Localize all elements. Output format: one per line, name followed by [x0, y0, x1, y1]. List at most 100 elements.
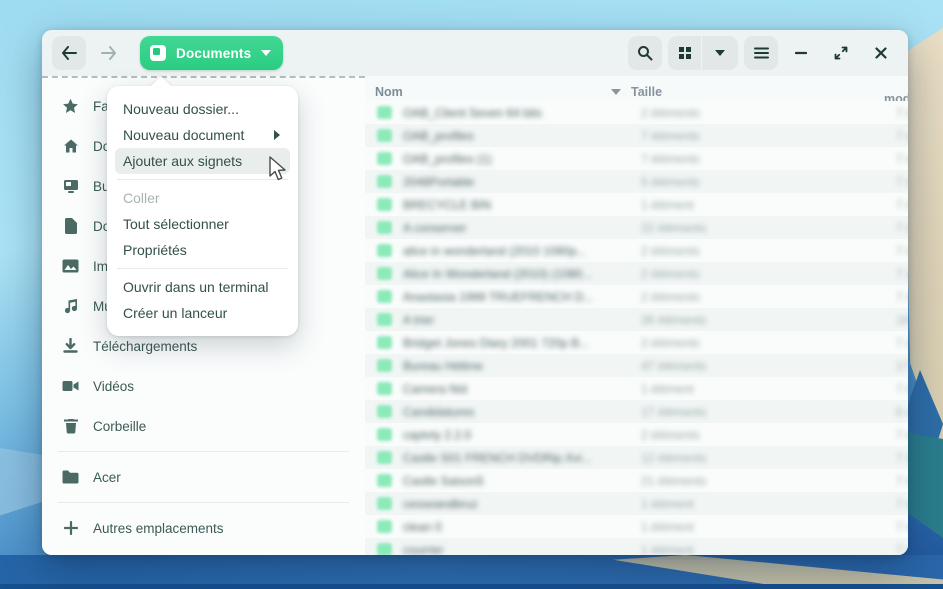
- file-name: Bridget Jones Diary 2001 720p B...: [403, 336, 641, 350]
- file-modified-date: 7 mai 2017: [896, 382, 908, 396]
- file-row[interactable]: Candidatures 17 éléments 6 oct. 2008: [365, 400, 908, 423]
- folder-icon: [377, 497, 392, 510]
- sidebar-item-label: Vidéos: [93, 379, 134, 394]
- file-row[interactable]: BRECYCLE BIN 1 élément 7 mai 2017: [365, 193, 908, 216]
- context-menu: Nouveau dossier... Nouveau document Ajou…: [107, 86, 298, 336]
- file-row[interactable]: OAB_Client Seven 64 bits 2 éléments 7 ma…: [365, 101, 908, 124]
- file-size: 1 élément: [641, 382, 896, 396]
- home-icon: [62, 138, 79, 155]
- chevron-down-icon: [261, 50, 271, 56]
- sidebar-separator: [58, 502, 349, 503]
- file-row[interactable]: Castle Saison5 21 éléments 7 mai 2017: [365, 469, 908, 492]
- menu-item-nouveau-dossier[interactable]: Nouveau dossier...: [115, 96, 290, 122]
- folder-icon: [377, 221, 392, 234]
- grid-view-button[interactable]: [668, 36, 702, 70]
- file-row[interactable]: A conserver 22 éléments 7 mai 2017: [365, 216, 908, 239]
- menu-item-label: Nouveau dossier...: [123, 101, 239, 117]
- sidebar-item-acer[interactable]: Acer: [42, 457, 365, 497]
- file-size: 5 éléments: [641, 175, 896, 189]
- file-row[interactable]: Bureau Hélène 47 éléments 17 janv. 2018: [365, 354, 908, 377]
- file-name: A conserver: [403, 221, 641, 235]
- menu-item-label: Ajouter aux signets: [123, 153, 242, 169]
- file-modified-date: 7 mai 2017: [896, 198, 908, 212]
- menu-item-ouvrir-terminal[interactable]: Ouvrir dans un terminal: [115, 274, 290, 300]
- folder-icon: [377, 129, 392, 142]
- menu-item-nouveau-document[interactable]: Nouveau document: [115, 122, 290, 148]
- file-modified-date: 7 mai 2017: [896, 520, 908, 534]
- file-row[interactable]: clean 0 1 élément 7 mai 2017: [365, 515, 908, 538]
- view-options-button[interactable]: [702, 36, 738, 70]
- desktop-icon: [62, 178, 79, 195]
- file-name: alice in wonderland (2010 1080p...: [403, 244, 641, 258]
- file-row[interactable]: cesseandbruz 1 élément 7 mai 2017: [365, 492, 908, 515]
- menu-item-ajouter-aux-signets[interactable]: Ajouter aux signets: [115, 148, 290, 174]
- file-row[interactable]: captvty 2.2.0 2 éléments 7 mai 2017: [365, 423, 908, 446]
- search-icon: [637, 45, 653, 61]
- file-name: BRECYCLE BIN: [403, 198, 641, 212]
- menu-item-label: Ouvrir dans un terminal: [123, 279, 269, 295]
- file-row[interactable]: 2048Portable 5 éléments 7 mai 2017: [365, 170, 908, 193]
- file-row[interactable]: Alice In Wonderland (2010) (1080... 2 él…: [365, 262, 908, 285]
- popover-caret: [150, 76, 172, 87]
- maximize-button[interactable]: [824, 36, 858, 70]
- file-size: 1 élément: [641, 543, 896, 556]
- menu-button[interactable]: [744, 36, 778, 70]
- forward-button[interactable]: [92, 36, 126, 70]
- file-name: Anastasia 1999 TRUEFRENCH D...: [403, 290, 641, 304]
- plus-icon: [62, 520, 79, 537]
- sidebar-item-videos[interactable]: Vidéos: [42, 366, 365, 406]
- column-header-taille[interactable]: Taille: [629, 85, 884, 99]
- file-row[interactable]: Bridget Jones Diary 2001 720p B... 2 élé…: [365, 331, 908, 354]
- file-size: 2 éléments: [641, 290, 896, 304]
- folder-icon: [377, 336, 392, 349]
- file-row[interactable]: courrier 1 élément 7 mai 2017: [365, 538, 908, 555]
- close-button[interactable]: [864, 36, 898, 70]
- file-size: 7 éléments: [641, 152, 896, 166]
- file-row[interactable]: alice in wonderland (2010 1080p... 2 élé…: [365, 239, 908, 262]
- menu-item-creer-lanceur[interactable]: Créer un lanceur: [115, 300, 290, 326]
- file-modified-date: 7 mai 2017: [896, 221, 908, 235]
- file-size: 22 éléments: [641, 221, 896, 235]
- file-row[interactable]: Castle S01 FRENCH DVDRip.Xvi... 12 éléme…: [365, 446, 908, 469]
- file-size: 2 éléments: [641, 244, 896, 258]
- document-icon: [62, 218, 79, 235]
- current-folder-button[interactable]: Documents: [140, 36, 283, 70]
- file-row[interactable]: Camera Nid 1 élément 7 mai 2017: [365, 377, 908, 400]
- file-size: 1 élément: [641, 520, 896, 534]
- file-row[interactable]: OAB_profiles 7 éléments 7 mai 2017: [365, 124, 908, 147]
- music-icon: [62, 298, 79, 315]
- search-button[interactable]: [628, 36, 662, 70]
- file-size: 2 éléments: [641, 106, 896, 120]
- file-name: 2048Portable: [403, 175, 641, 189]
- file-modified-date: 7 mai 2017: [896, 290, 908, 304]
- file-row[interactable]: A trier 26 éléments 18 oct. 2008: [365, 308, 908, 331]
- menu-item-label: Propriétés: [123, 242, 187, 258]
- folder-badge-icon: [150, 45, 166, 61]
- mouse-cursor-icon: [268, 156, 290, 187]
- file-name: OAB_profiles: [403, 129, 641, 143]
- file-list-pane: Nom Taille Dernière modification OAB_Cli…: [365, 76, 908, 555]
- image-icon: [62, 258, 79, 275]
- file-row[interactable]: Anastasia 1999 TRUEFRENCH D... 2 élément…: [365, 285, 908, 308]
- folder-icon: [62, 469, 79, 486]
- forward-arrow-icon: [101, 46, 117, 60]
- file-modified-date: 7 mai 2017: [896, 106, 908, 120]
- current-folder-label: Documents: [176, 46, 251, 61]
- file-name: courrier: [403, 543, 641, 556]
- minimize-icon: [795, 51, 807, 55]
- close-icon: [875, 47, 887, 59]
- menu-item-proprietes[interactable]: Propriétés: [115, 237, 290, 263]
- file-row[interactable]: OAB_profiles (1) 7 éléments 7 mai 2017: [365, 147, 908, 170]
- minimize-button[interactable]: [784, 36, 818, 70]
- sidebar-item-label: Téléchargements: [93, 339, 197, 354]
- sidebar-item-autres-emplacements[interactable]: Autres emplacements: [42, 508, 365, 548]
- back-button[interactable]: [52, 36, 86, 70]
- sort-descending-icon: [611, 89, 621, 95]
- chevron-down-icon: [715, 50, 725, 56]
- grid-view-icon: [678, 46, 692, 60]
- column-header-nom[interactable]: Nom: [365, 85, 629, 99]
- folder-icon: [377, 474, 392, 487]
- sidebar-item-corbeille[interactable]: Corbeille: [42, 406, 365, 446]
- menu-item-label: Créer un lanceur: [123, 305, 227, 321]
- menu-item-tout-selectionner[interactable]: Tout sélectionner: [115, 211, 290, 237]
